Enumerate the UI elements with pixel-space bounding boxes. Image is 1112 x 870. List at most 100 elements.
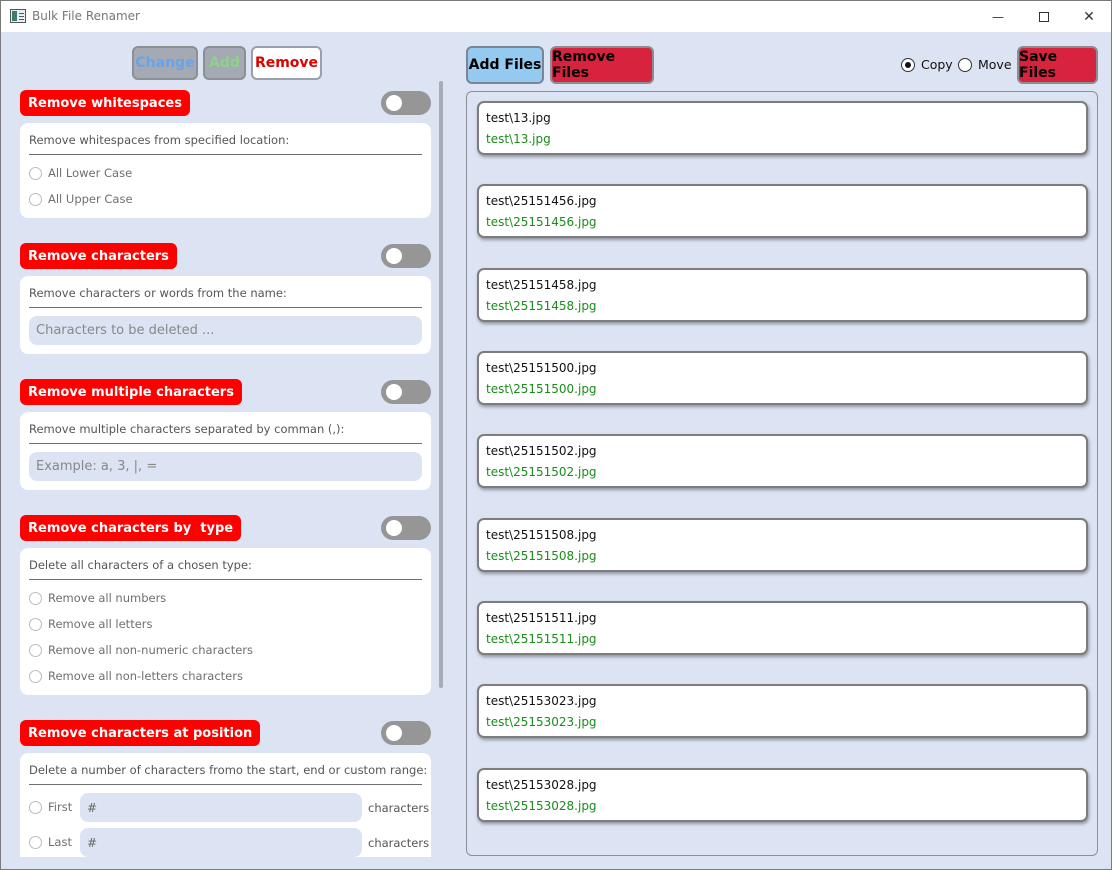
divider (29, 579, 422, 580)
minimize-icon: — (992, 9, 1004, 24)
file-new-name: test\13.jpg (486, 132, 551, 146)
section-title-whitespace: Remove whitespaces (20, 90, 190, 116)
file-new-name: test\25151511.jpg (486, 632, 597, 646)
divider (29, 154, 422, 155)
unit-label: characters (368, 836, 430, 850)
radio-move[interactable]: Move (958, 57, 1012, 72)
toggle-by-type[interactable] (381, 516, 431, 540)
characters-to-delete-input[interactable]: Characters to be deleted ... (29, 316, 422, 345)
maximize-button[interactable] (1021, 1, 1067, 32)
radio-all-lower-case[interactable]: All Lower Case (29, 166, 132, 180)
card-description: Remove multiple characters separated by … (29, 422, 345, 436)
file-item[interactable]: test\25151456.jpg test\25151456.jpg (477, 184, 1088, 238)
file-new-name: test\25153028.jpg (486, 799, 597, 813)
app-icon (10, 9, 26, 23)
radio-icon (29, 166, 42, 180)
first-count-input[interactable]: # (80, 793, 362, 822)
card-description: Delete all characters of a chosen type: (29, 558, 252, 572)
file-item[interactable]: test\25153023.jpg test\25153023.jpg (477, 684, 1088, 738)
radio-icon (958, 57, 972, 72)
radio-remove-numbers[interactable]: Remove all numbers (29, 591, 166, 605)
radio-copy[interactable]: Copy (901, 57, 953, 72)
radio-icon (29, 617, 42, 631)
radio-remove-non-numeric[interactable]: Remove all non-numeric characters (29, 643, 253, 657)
change-mode-button[interactable]: Change (132, 46, 198, 80)
card-description: Delete a number of characters fromo the … (29, 763, 428, 777)
file-original-name: test\25151511.jpg (486, 611, 597, 625)
file-original-name: test\25151508.jpg (486, 528, 597, 542)
add-files-button[interactable]: Add Files (466, 46, 544, 84)
copy-label: Copy (921, 57, 953, 72)
multiple-characters-input[interactable]: Example: a, 3, |, = (29, 452, 422, 481)
maximize-icon (1039, 11, 1049, 22)
file-item[interactable]: test\25153028.jpg test\25153028.jpg (477, 768, 1088, 822)
file-item[interactable]: test\25151502.jpg test\25151502.jpg (477, 434, 1088, 488)
options-scrollbar[interactable] (439, 81, 443, 688)
file-new-name: test\25151502.jpg (486, 465, 597, 479)
card-multiple: Remove multiple characters separated by … (20, 412, 431, 490)
add-mode-button[interactable]: Add (203, 46, 246, 80)
radio-label: Remove all letters (48, 617, 153, 631)
last-count-input[interactable]: # (80, 828, 362, 857)
title-bar: Bulk File Renamer — ✕ (1, 1, 1111, 32)
radio-icon (29, 835, 42, 849)
save-files-button[interactable]: Save Files (1017, 46, 1098, 84)
radio-remove-letters[interactable]: Remove all letters (29, 617, 153, 631)
radio-icon (29, 800, 42, 814)
file-item[interactable]: test\25151508.jpg test\25151508.jpg (477, 518, 1088, 572)
radio-label: First (48, 800, 73, 814)
toggle-multiple[interactable] (381, 380, 431, 404)
remove-files-button[interactable]: Remove Files (550, 46, 654, 84)
radio-selected-icon (901, 57, 915, 72)
radio-icon (29, 591, 42, 605)
radio-icon (29, 669, 42, 683)
divider (29, 443, 422, 444)
radio-label: All Lower Case (48, 166, 133, 180)
file-original-name: test\25153028.jpg (486, 778, 597, 792)
radio-label: Last (48, 835, 72, 849)
toggle-at-position[interactable] (381, 721, 431, 745)
radio-last[interactable]: Last (29, 835, 72, 849)
file-item[interactable]: test\25151458.jpg test\25151458.jpg (477, 268, 1088, 322)
file-new-name: test\25153023.jpg (486, 715, 597, 729)
radio-icon (29, 192, 42, 206)
section-title-by-type: Remove characters by type (20, 515, 242, 541)
radio-label: Remove all numbers (48, 591, 167, 605)
card-by-type: Delete all characters of a chosen type: … (20, 548, 431, 695)
close-icon: ✕ (1083, 8, 1095, 25)
toggle-characters[interactable] (381, 244, 431, 268)
unit-label: characters (368, 801, 430, 815)
file-original-name: test\25151456.jpg (486, 194, 597, 208)
file-new-name: test\25151456.jpg (486, 215, 597, 229)
card-whitespace: Remove whitespaces from specified locati… (20, 123, 431, 218)
file-new-name: test\25151500.jpg (486, 382, 597, 396)
divider (29, 307, 422, 308)
radio-icon (29, 643, 42, 657)
file-original-name: test\25151500.jpg (486, 361, 597, 375)
file-new-name: test\25151508.jpg (486, 549, 597, 563)
radio-label: Remove all non-letters characters (48, 669, 243, 683)
card-at-position: Delete a number of characters fromo the … (20, 753, 431, 857)
card-description: Remove whitespaces from specified locati… (29, 133, 290, 147)
minimize-button[interactable]: — (975, 1, 1021, 32)
file-item[interactable]: test\25151511.jpg test\25151511.jpg (477, 601, 1088, 655)
file-original-name: test\25151502.jpg (486, 444, 597, 458)
app-window: Bulk File Renamer — ✕ Change Add Remove … (0, 0, 1112, 870)
remove-mode-button[interactable]: Remove (251, 46, 322, 80)
toggle-whitespace[interactable] (381, 91, 431, 115)
radio-first[interactable]: First (29, 800, 72, 814)
file-original-name: test\13.jpg (486, 111, 551, 125)
card-description: Remove characters or words from the name… (29, 286, 287, 300)
radio-remove-non-letters[interactable]: Remove all non-letters characters (29, 669, 243, 683)
window-title: Bulk File Renamer (32, 9, 140, 23)
file-item[interactable]: test\25151500.jpg test\25151500.jpg (477, 351, 1088, 405)
card-characters: Remove characters or words from the name… (20, 276, 431, 354)
radio-label: All Upper Case (48, 192, 133, 206)
file-new-name: test\25151458.jpg (486, 299, 597, 313)
radio-all-upper-case[interactable]: All Upper Case (29, 192, 133, 206)
file-original-name: test\25153023.jpg (486, 694, 597, 708)
file-original-name: test\25151458.jpg (486, 278, 597, 292)
section-title-multiple: Remove multiple characters (20, 379, 242, 405)
file-item[interactable]: test\13.jpg test\13.jpg (477, 101, 1088, 155)
close-button[interactable]: ✕ (1066, 1, 1112, 32)
